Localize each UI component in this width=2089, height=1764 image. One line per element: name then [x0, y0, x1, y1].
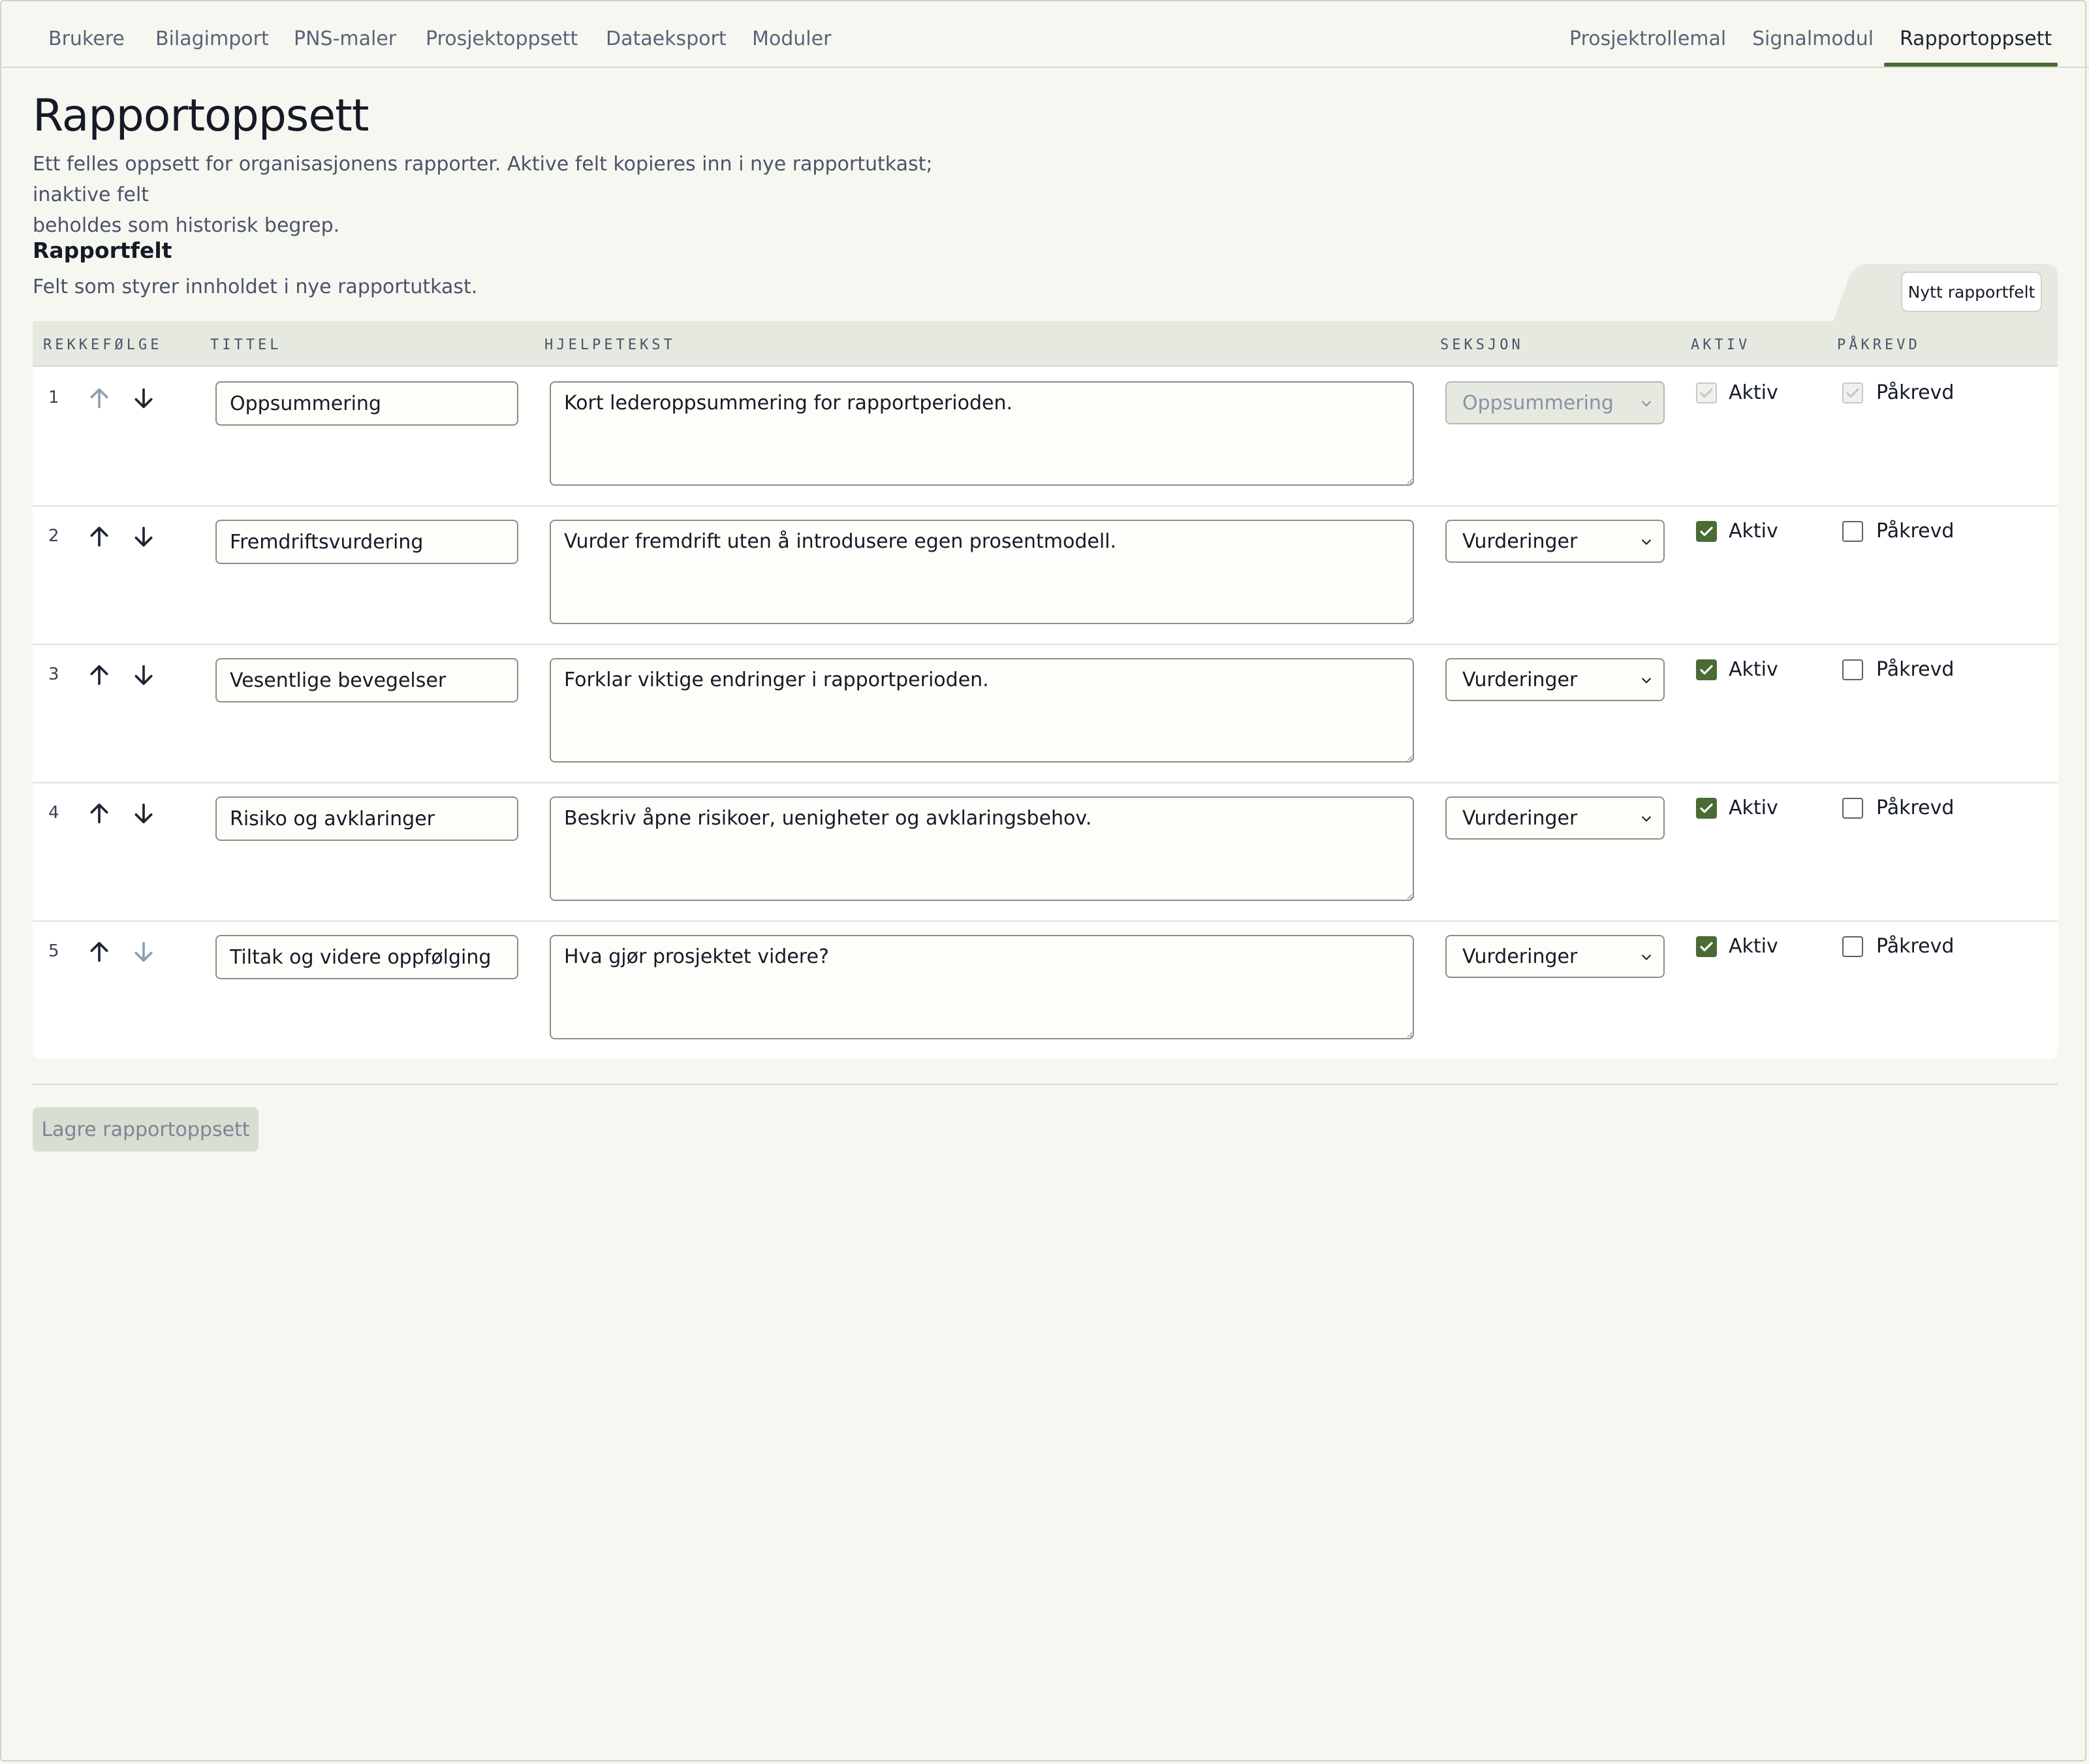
required-checkbox[interactable]	[1842, 936, 1863, 957]
move-down-icon	[131, 939, 157, 965]
required-checkbox[interactable]	[1842, 521, 1863, 542]
check-icon	[1700, 526, 1713, 537]
col-header-active: AKTIV	[1691, 337, 1751, 353]
check-icon	[1846, 388, 1859, 398]
help-text-textarea[interactable]: Vurder fremdrift uten å introdusere egen…	[550, 520, 1414, 624]
required-label: Påkrevd	[1876, 381, 1955, 404]
move-up-icon[interactable]	[86, 662, 112, 688]
check-icon	[1700, 803, 1713, 813]
page-description: Ett felles oppsett for organisasjonens r…	[33, 153, 933, 237]
active-checkbox[interactable]	[1696, 659, 1717, 680]
move-down-icon[interactable]	[131, 662, 157, 688]
check-icon	[1700, 665, 1713, 675]
active-label: Aktiv	[1729, 935, 1778, 958]
nav-signalmodul[interactable]: Signalmodul	[1752, 27, 1874, 50]
nav-prosjektoppsett[interactable]: Prosjektoppsett	[426, 27, 578, 50]
check-icon	[1700, 941, 1713, 952]
active-checkbox	[1696, 383, 1717, 403]
table-row: 3 Forklar viktige endringer i rapportperi…	[33, 645, 2058, 783]
section-select-value: Vurderinger	[1462, 945, 1578, 968]
move-up-icon[interactable]	[86, 800, 112, 827]
table-row: 5 Hva gjør prosjektet videre? Vurderinger A…	[33, 922, 2058, 1060]
nav-moduler[interactable]: Moduler	[752, 27, 831, 50]
active-label: Aktiv	[1729, 520, 1778, 543]
col-header-required: PÅKREVD	[1837, 337, 1921, 353]
nav-rapportoppsett[interactable]: Rapportoppsett	[1900, 27, 2052, 50]
required-checkbox	[1842, 383, 1863, 403]
row-order-number: 1	[48, 388, 59, 407]
section-subtitle: Felt som styrer innholdet i nye rapportu…	[33, 276, 478, 298]
required-label: Påkrevd	[1876, 658, 1955, 681]
nav-prosjektrollemal[interactable]: Prosjektrollemal	[1569, 27, 1726, 50]
help-text-textarea[interactable]: Hva gjør prosjektet videre?	[550, 935, 1414, 1039]
section-select[interactable]: Vurderinger	[1445, 796, 1665, 840]
required-label: Påkrevd	[1876, 520, 1955, 543]
title-input[interactable]	[215, 520, 518, 564]
report-fields-table: REKKEFØLGE TITTEL HJELPETEKST SEKSJON AK…	[33, 321, 2058, 1059]
section-select[interactable]: Vurderinger	[1445, 658, 1665, 701]
move-up-icon[interactable]	[86, 939, 112, 965]
move-up-icon[interactable]	[86, 524, 112, 550]
col-header-help: HJELPETEKST	[544, 337, 676, 353]
section-select[interactable]: Vurderinger	[1445, 520, 1665, 563]
help-text-textarea[interactable]: Forklar viktige endringer i rapportperio…	[550, 658, 1414, 763]
col-header-title: TITTEL	[210, 337, 282, 353]
col-header-order: REKKEFØLGE	[43, 337, 163, 353]
required-label: Påkrevd	[1876, 935, 1955, 958]
nav-brukere[interactable]: Brukere	[48, 27, 125, 50]
row-order-number: 2	[48, 526, 59, 546]
required-label: Påkrevd	[1876, 796, 1955, 819]
active-label: Aktiv	[1729, 381, 1778, 404]
move-down-icon[interactable]	[131, 800, 157, 827]
section-select-value: Vurderinger	[1462, 668, 1578, 691]
col-header-section: SEKSJON	[1440, 337, 1524, 353]
required-checkbox[interactable]	[1842, 798, 1863, 819]
row-order-number: 5	[48, 941, 59, 961]
top-nav: Brukere Bilagimport PNS-maler Prosjektop…	[0, 0, 2089, 68]
row-order-number: 4	[48, 803, 59, 823]
check-icon	[1700, 388, 1713, 398]
section-select-value: Oppsummering	[1462, 391, 1614, 415]
move-down-icon[interactable]	[131, 385, 157, 411]
title-input[interactable]	[215, 796, 518, 841]
chevron-down-icon	[1642, 816, 1651, 822]
footer-divider	[33, 1084, 2058, 1085]
active-tab-indicator	[1884, 63, 2058, 67]
active-label: Aktiv	[1729, 658, 1778, 681]
title-input[interactable]	[215, 381, 518, 426]
chevron-down-icon	[1642, 539, 1651, 545]
section-title: Rapportfelt	[33, 238, 172, 263]
required-checkbox[interactable]	[1842, 659, 1863, 680]
section-select-value: Vurderinger	[1462, 529, 1578, 553]
active-checkbox[interactable]	[1696, 521, 1717, 542]
new-report-field-button[interactable]: Nytt rapportfelt	[1901, 272, 2042, 312]
move-up-icon	[86, 385, 112, 411]
active-label: Aktiv	[1729, 796, 1778, 819]
section-select[interactable]: Vurderinger	[1445, 935, 1665, 978]
save-report-setup-button[interactable]: Lagre rapportoppsett	[33, 1107, 259, 1152]
help-text-textarea[interactable]: Kort lederoppsummering for rapportperiod…	[550, 381, 1414, 486]
table-row: 2 Vurder fremdrift uten å introdusere ege…	[33, 507, 2058, 645]
nav-dataeksport[interactable]: Dataeksport	[606, 27, 727, 50]
section-select-value: Vurderinger	[1462, 806, 1578, 830]
table-row: 1 Kort lederoppsummering for rapportperio…	[33, 368, 2058, 507]
chevron-down-icon	[1642, 678, 1651, 684]
title-input[interactable]	[215, 658, 518, 702]
table-header: REKKEFØLGE TITTEL HJELPETEKST SEKSJON AK…	[33, 321, 2058, 367]
active-checkbox[interactable]	[1696, 936, 1717, 957]
help-text-textarea[interactable]: Beskriv åpne risikoer, uenigheter og avk…	[550, 796, 1414, 901]
title-input[interactable]	[215, 935, 518, 979]
move-down-icon[interactable]	[131, 524, 157, 550]
table-row: 4 Beskriv åpne risikoer, uenigheter og av…	[33, 783, 2058, 922]
chevron-down-icon	[1642, 401, 1651, 407]
nav-bilagimport[interactable]: Bilagimport	[155, 27, 269, 50]
page-title: Rapportoppsett	[33, 90, 369, 142]
row-order-number: 3	[48, 665, 59, 684]
nav-pns-maler[interactable]: PNS-maler	[294, 27, 396, 50]
section-select: Oppsummering	[1445, 381, 1665, 424]
chevron-down-icon	[1642, 954, 1651, 960]
active-checkbox[interactable]	[1696, 798, 1717, 819]
